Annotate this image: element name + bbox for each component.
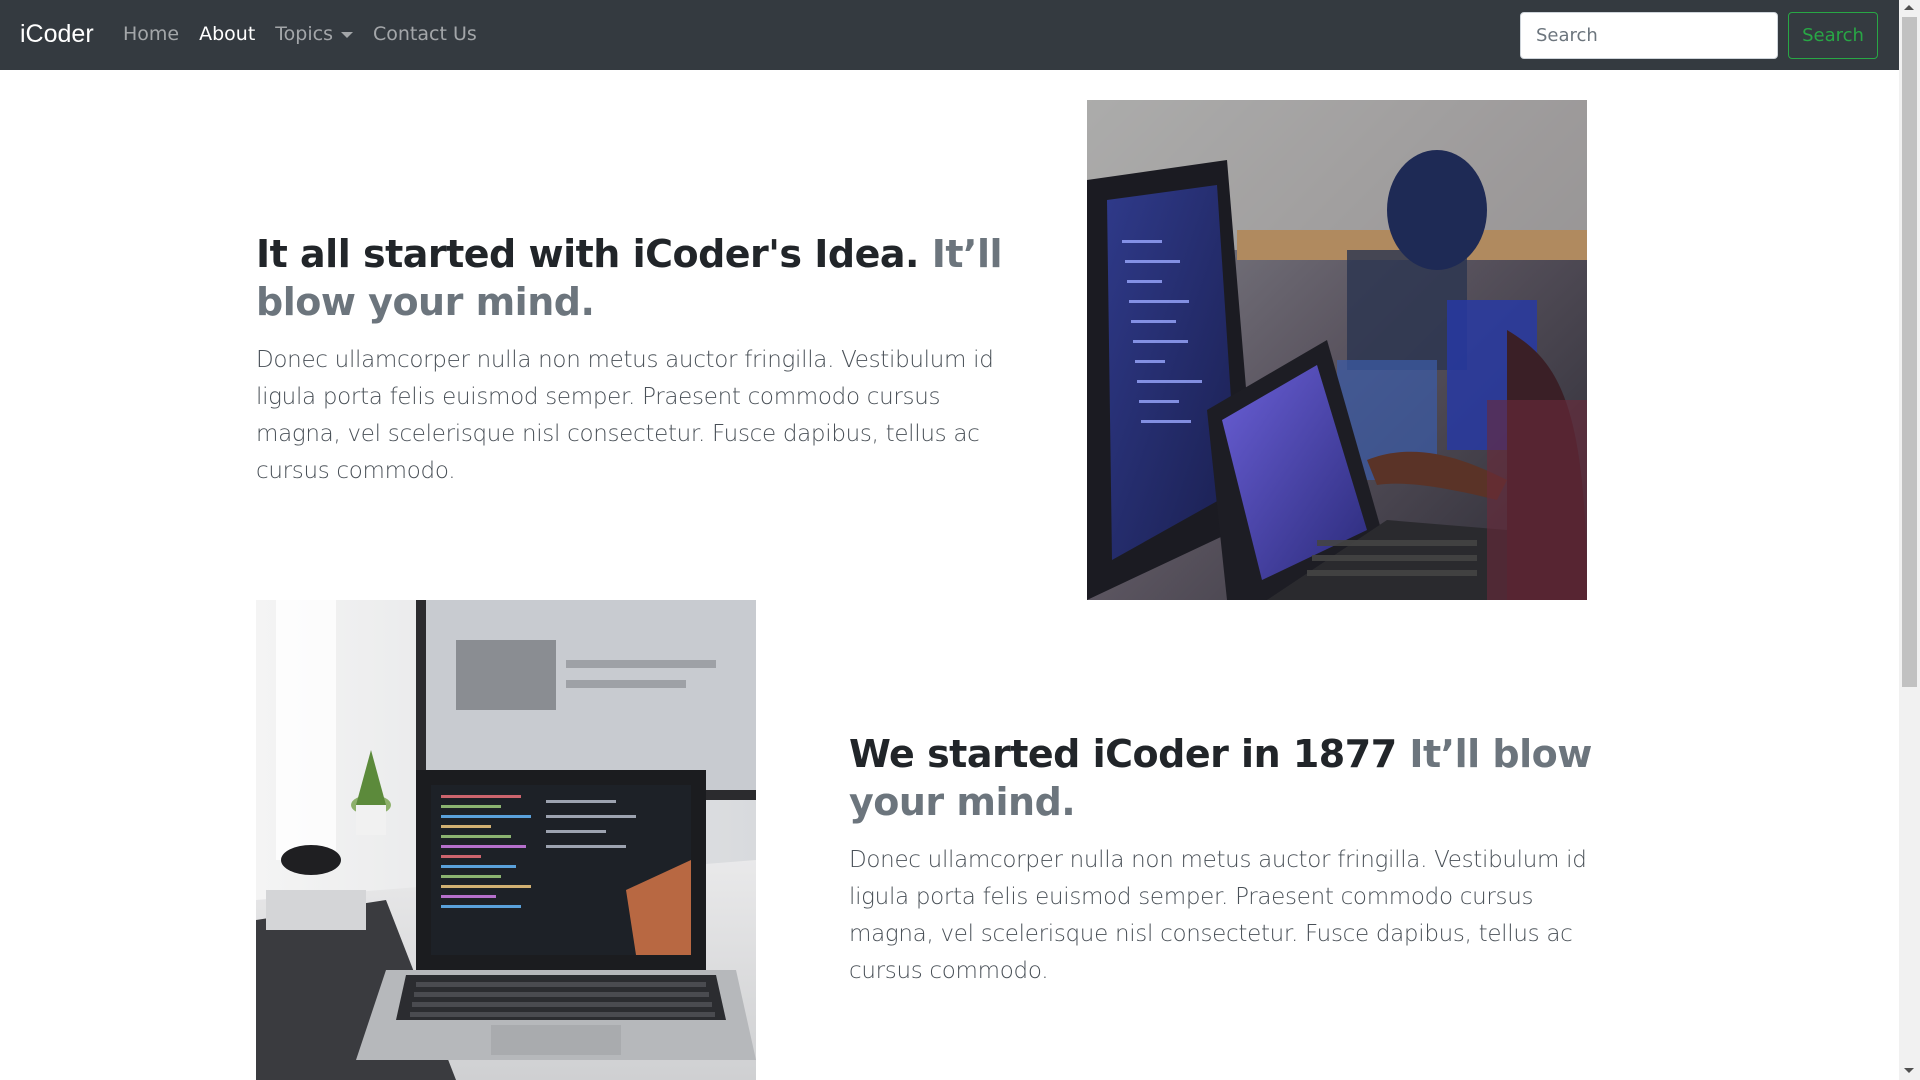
feature-image-1 [1087, 100, 1587, 600]
scrollbar-thumb[interactable] [1902, 17, 1917, 687]
nav-dropdown-topics[interactable]: Topics [275, 23, 353, 45]
feature-text-2: We started iCoder in 1877 It’ll blow you… [849, 730, 1609, 990]
nav-link-home[interactable]: Home [123, 23, 179, 45]
caret-down-icon [340, 32, 353, 38]
feature-heading-2-main: We started iCoder in 1877 [849, 732, 1397, 776]
feature-lead-2: Donec ullamcorper nulla non metus auctor… [849, 847, 1587, 984]
nav-link-about[interactable]: About [199, 23, 255, 45]
feature-text-1: It all started with iCoder's Idea. It’ll… [256, 230, 1016, 490]
feature-lead-1: Donec ullamcorper nulla non metus auctor… [256, 347, 994, 484]
feature-heading-2: We started iCoder in 1877 It’ll blow you… [849, 730, 1609, 826]
vertical-scrollbar[interactable] [1899, 0, 1920, 1080]
nav-dropdown-topics-label: Topics [275, 23, 333, 45]
nav-links: Home About Topics Contact Us [123, 23, 497, 45]
search-input[interactable] [1520, 12, 1778, 59]
office-coders-photo-image [1087, 100, 1587, 600]
search-button[interactable]: Search [1788, 12, 1878, 59]
feature-heading-1: It all started with iCoder's Idea. It’ll… [256, 230, 1016, 326]
scroll-down-arrow-icon[interactable] [1904, 1068, 1914, 1073]
brand-logo-link[interactable]: iCoder [20, 20, 94, 49]
feature-heading-1-main: It all started with iCoder's Idea. [256, 232, 919, 276]
search-form: Search [1520, 12, 1878, 59]
top-navbar: iCoder Home About Topics Contact Us Sear… [0, 0, 1899, 70]
scroll-up-arrow-icon[interactable] [1904, 5, 1914, 10]
macbook-desk-photo-image [256, 600, 756, 1080]
feature-image-2 [256, 600, 756, 1080]
nav-link-contact[interactable]: Contact Us [373, 23, 477, 45]
